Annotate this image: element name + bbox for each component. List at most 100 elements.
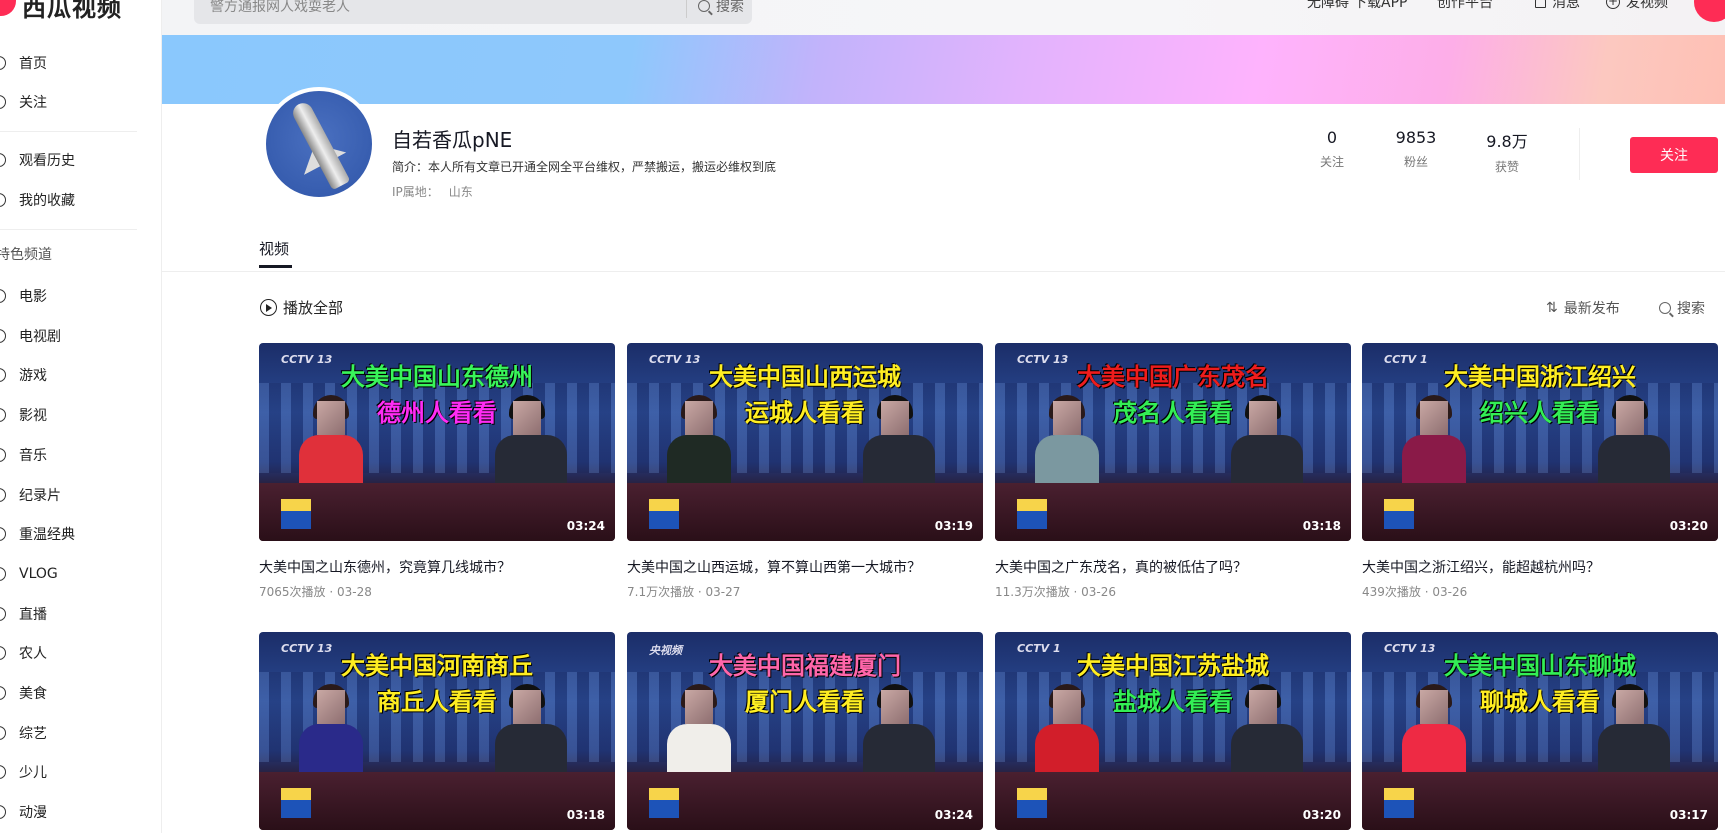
nav-download-app[interactable]: 下载APP [1353, 0, 1407, 12]
user-avatar[interactable] [1694, 0, 1725, 22]
video-card[interactable]: CCTV 13 大美中国山东聊城 聊城人看看 03:17 [1362, 632, 1718, 830]
nav-creator-label: 创作平台 [1437, 0, 1493, 11]
sidebar-item[interactable]: 我的收藏 [0, 184, 162, 216]
star-icon [0, 193, 6, 207]
nav-upload-label: 发视频 [1626, 0, 1668, 11]
thumbnail-caption: 大美中国河南商丘 [341, 652, 533, 680]
sidebar-item[interactable]: 重温经典 [0, 518, 162, 550]
sidebar-divider [0, 229, 137, 230]
video-thumbnail[interactable]: 央视频 大美中国福建厦门 厦门人看看 03:24 [627, 632, 983, 830]
nav-upload[interactable]: + 发视频 [1606, 0, 1668, 12]
news-program-logo [1017, 499, 1047, 529]
video-card[interactable]: CCTV 1 大美中国浙江绍兴 绍兴人看看 03:20 大美中国之浙江绍兴，能超… [1362, 343, 1718, 600]
sidebar-item[interactable]: 音乐 [0, 439, 162, 471]
sidebar-item[interactable]: 农人 [0, 637, 162, 669]
profile-name: 自若香瓜pNE [392, 128, 513, 152]
nav-messages[interactable]: 消息 [1535, 0, 1580, 12]
ip-location: IP属地： 山东 [392, 183, 473, 200]
live-icon [0, 606, 6, 621]
video-title[interactable]: 大美中国之广东茂名，真的被低估了吗？ [995, 557, 1351, 577]
sidebar-item-label: 观看历史 [19, 153, 75, 169]
logo-icon[interactable] [0, 0, 16, 16]
search-icon [698, 0, 710, 12]
video-thumbnail[interactable]: CCTV 13 大美中国山东聊城 聊城人看看 03:17 [1362, 632, 1718, 830]
search-button[interactable]: 搜索 [698, 0, 744, 24]
video-meta: 7065次播放 · 03-28 [259, 585, 372, 599]
sidebar-item[interactable]: 电影 [0, 280, 162, 312]
news-program-logo [1384, 788, 1414, 818]
video-duration: 03:18 [566, 808, 605, 822]
sidebar-item[interactable]: 纪录片 [0, 479, 162, 511]
nav-creator-platform[interactable]: 创作平台 [1437, 0, 1493, 12]
sidebar-divider [0, 131, 137, 132]
news-program-logo [1384, 499, 1414, 529]
video-title[interactable]: 大美中国之浙江绍兴，能超越杭州吗？ [1362, 557, 1718, 577]
profile-intro: 简介：本人所有文章已开通全网全平台维权，严禁搬运，搬运必维权到底 [392, 160, 777, 174]
tab-videos[interactable]: 视频 [259, 238, 289, 259]
sidebar-item-label: 直播 [19, 606, 47, 623]
video-card[interactable]: CCTV 13 大美中国山西运城 运城人看看 03:19 大美中国之山西运城，算… [627, 343, 983, 600]
sidebar-item[interactable]: 首页 [0, 47, 162, 79]
thumbnail-caption: 聊城人看看 [1480, 688, 1600, 716]
stat-label: 关注 [1319, 155, 1344, 169]
video-meta: 11.3万次播放 · 03-26 [995, 585, 1117, 599]
video-thumbnail[interactable]: CCTV 13 大美中国山东德州 德州人看看 03:24 [259, 343, 615, 541]
video-thumbnail[interactable]: CCTV 13 大美中国河南商丘 商丘人看看 03:18 [259, 632, 615, 830]
video-duration: 03:19 [934, 519, 973, 533]
sidebar-item[interactable]: 综艺 [0, 717, 162, 749]
food-icon [0, 686, 6, 700]
sidebar-item-label: 首页 [19, 56, 47, 72]
follow-button[interactable]: 关注 [1630, 137, 1718, 173]
thumbnail-caption: 厦门人看看 [745, 688, 865, 716]
play-circle-icon [260, 299, 277, 316]
sidebar-item[interactable]: 影视 [0, 399, 162, 431]
video-thumbnail[interactable]: CCTV 1 大美中国浙江绍兴 绍兴人看看 03:20 [1362, 343, 1718, 541]
video-thumbnail[interactable]: CCTV 1 大美中国江苏盐城 盐城人看看 03:20 [995, 632, 1351, 830]
sidebar-item[interactable]: 电视剧 [0, 320, 162, 352]
video-thumbnail[interactable]: CCTV 13 大美中国山西运城 运城人看看 03:19 [627, 343, 983, 541]
video-card[interactable]: 央视频 大美中国福建厦门 厦门人看看 03:24 [627, 632, 983, 830]
video-title[interactable]: 大美中国之山西运城，算不算山西第一大城市？ [627, 557, 983, 577]
movie-icon [0, 289, 6, 303]
thumbnail-caption: 大美中国福建厦门 [709, 652, 901, 680]
thumbnail-caption: 盐城人看看 [1113, 688, 1233, 716]
sort-latest-button[interactable]: ⇅ 最新发布 [1546, 298, 1620, 318]
documentary-icon [0, 487, 6, 502]
video-duration: 03:17 [1669, 808, 1708, 822]
sidebar-item[interactable]: 少儿 [0, 756, 162, 788]
video-search-button[interactable]: 搜索 [1659, 298, 1705, 318]
sidebar-item-label: 影视 [19, 408, 47, 425]
sidebar-item[interactable]: 观看历史 [0, 144, 162, 176]
sidebar-item[interactable]: 美食 [0, 677, 162, 709]
video-card[interactable]: CCTV 13 大美中国广东茂名 茂名人看看 03:18 大美中国之广东茂名，真… [995, 343, 1351, 600]
nav-accessibility[interactable]: 无障碍 [1307, 0, 1349, 12]
classic-icon [0, 527, 6, 542]
news-program-logo [281, 788, 311, 818]
news-program-logo [281, 499, 311, 529]
sidebar-item[interactable]: 游戏 [0, 359, 162, 391]
logo-text[interactable]: 西瓜视频 [22, 0, 122, 23]
news-desk [259, 483, 615, 541]
film-icon [0, 408, 6, 423]
sidebar-item[interactable]: 关注 [0, 86, 162, 118]
video-title[interactable]: 大美中国之山东德州，究竟算几线城市？ [259, 557, 615, 577]
stat-following[interactable]: 0 关注 [1292, 128, 1372, 170]
stat-fans[interactable]: 9853 粉丝 [1376, 128, 1456, 170]
video-card[interactable]: CCTV 1 大美中国江苏盐城 盐城人看看 03:20 [995, 632, 1351, 830]
play-all-button[interactable]: 播放全部 [260, 297, 343, 318]
sidebar-item[interactable]: VLOG [0, 558, 162, 590]
video-card[interactable]: CCTV 13 大美中国河南商丘 商丘人看看 03:18 [259, 632, 615, 830]
search-icon [1659, 302, 1671, 314]
thumbnail-caption: 大美中国山东德州 [341, 363, 533, 391]
news-desk [995, 772, 1351, 830]
thumbnail-caption: 运城人看看 [745, 399, 865, 427]
heart-icon [0, 95, 6, 109]
search-input[interactable] [210, 0, 650, 24]
stat-value: 9853 [1395, 128, 1437, 147]
video-meta: 439次播放 · 03-26 [1362, 585, 1468, 599]
sidebar-item[interactable]: 直播 [0, 598, 162, 630]
video-thumbnail[interactable]: CCTV 13 大美中国广东茂名 茂名人看看 03:18 [995, 343, 1351, 541]
video-duration: 03:24 [566, 519, 605, 533]
video-card[interactable]: CCTV 13 大美中国山东德州 德州人看看 03:24 大美中国之山东德州，究… [259, 343, 615, 600]
sidebar-item[interactable]: 动漫 [0, 796, 162, 828]
